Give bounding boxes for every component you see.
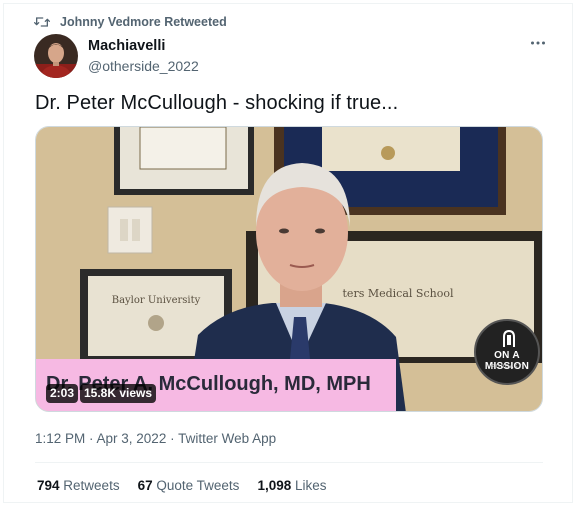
divider [35, 462, 543, 463]
author-block[interactable]: Machiavelli @otherside_2022 [88, 37, 199, 75]
avatar[interactable] [34, 34, 78, 78]
podcast-logo-subtitle: PODCAST [491, 364, 523, 370]
tweet-text: Dr. Peter McCullough - shocking if true.… [35, 92, 399, 114]
stat-quote-tweets-count[interactable]: 67 [138, 478, 153, 493]
retweet-context[interactable]: Johnny Vedmore Retweeted [34, 14, 227, 30]
retweet-icon [34, 17, 50, 27]
stat-retweets-label[interactable]: Retweets [63, 478, 119, 493]
stat-quote-tweets-label[interactable]: Quote Tweets [156, 478, 239, 493]
stat-likes[interactable]: 1,098 Likes [257, 478, 326, 493]
podcast-logo: ON A MISSION PODCAST [474, 319, 540, 385]
retweet-context-text[interactable]: Johnny Vedmore Retweeted [60, 15, 227, 29]
stat-retweets[interactable]: 794 Retweets [37, 478, 120, 493]
diploma-text: Baylor University [112, 295, 201, 306]
author-handle[interactable]: @otherside_2022 [88, 57, 199, 75]
stat-retweets-count[interactable]: 794 [37, 478, 60, 493]
stat-likes-count[interactable]: 1,098 [257, 478, 291, 493]
stat-quote-tweets[interactable]: 67 Quote Tweets [138, 478, 240, 493]
more-options-icon[interactable] [530, 38, 546, 48]
video-player[interactable]: Baylor University ters Medical School Dr… [35, 126, 543, 412]
tweet-stats: 794 Retweets 67 Quote Tweets 1,098 Likes [37, 478, 327, 493]
video-duration-badge: 2:03 [46, 384, 79, 403]
tweet-timestamp[interactable]: 1:12 PM · Apr 3, 2022 · Twitter Web App [35, 431, 276, 446]
video-views-badge: 15.8K views [80, 384, 157, 403]
author-name[interactable]: Machiavelli [88, 37, 199, 55]
microphone-icon [503, 329, 515, 347]
stat-likes-label[interactable]: Likes [295, 478, 327, 493]
diploma-text-right: ters Medical School [343, 287, 454, 300]
